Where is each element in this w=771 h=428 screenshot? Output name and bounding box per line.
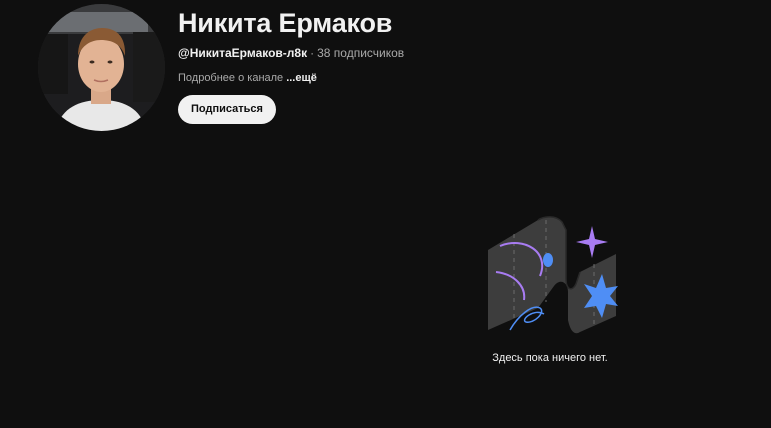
channel-handle: @НикитаЕрмаков-л8к [178,46,308,60]
profile-photo-icon [38,4,165,131]
channel-name: Никита Ермаков [178,8,393,38]
channel-avatar[interactable] [38,4,165,131]
channel-meta: @НикитаЕрмаков-л8к · 38 подписчиков [178,45,404,61]
channel-page: Никита Ермаков @НикитаЕрмаков-л8к · 38 под… [0,0,771,428]
about-text: Подробнее о канале [178,72,284,84]
more-link[interactable]: ...ещё [286,72,317,84]
meta-separator: · [310,46,315,60]
channel-info: Никита Ермаков @НикитаЕрмаков-л8к · 38 под… [178,6,404,124]
channel-about[interactable]: Подробнее о канале ...ещё [178,70,404,86]
subscriber-count: 38 подписчиков [317,46,405,60]
empty-content-illustration-icon [484,212,618,340]
empty-state-message: Здесь пока ничего нет. [492,352,608,364]
subscribe-button[interactable]: Подписаться [178,95,276,124]
